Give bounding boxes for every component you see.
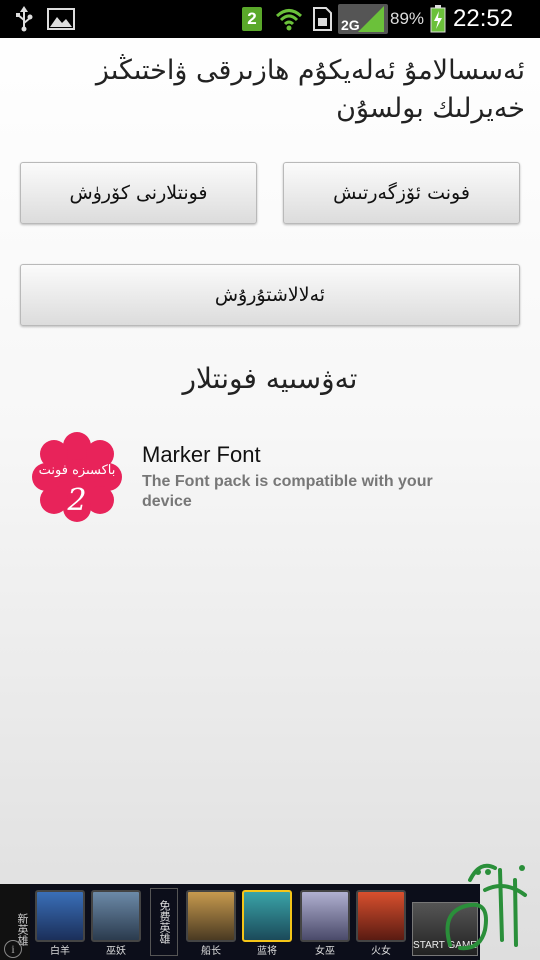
font-description: The Font pack is compatible with your de… <box>142 473 433 510</box>
ad-free-heroes-label: 免费英雄 <box>150 888 178 956</box>
sim-icon <box>311 0 333 38</box>
gallery-icon <box>46 0 76 38</box>
svg-text:باكسىزە فونت: باكسىزە فونت <box>39 463 116 478</box>
svg-text:2: 2 <box>66 483 86 518</box>
ad-hero-label: 女巫 <box>315 946 335 957</box>
ad-hero-image <box>91 890 141 942</box>
ad-hero-label: 白羊 <box>50 946 70 957</box>
ad-info-icon[interactable]: i <box>4 940 22 958</box>
page-title: ئەسسالامۇ ئەلەيكۇم ھازىرقى ۋاختىڭىز خەير… <box>95 55 525 124</box>
font-list-button[interactable]: فونتلارنى كۆرۈش <box>20 162 257 224</box>
ad-banner[interactable]: 新英雄 i 白羊 巫妖 免费英雄 船长 蓝将 女巫 火女 START GAME <box>0 884 480 960</box>
svg-text:2G: 2G <box>341 17 360 33</box>
ad-hero-image <box>242 890 292 942</box>
ad-hero-image <box>35 890 85 942</box>
watermark-logo <box>430 850 540 960</box>
signal-icon: 2G <box>338 0 388 38</box>
font-name: Marker Font <box>142 442 261 467</box>
ad-hero-image <box>186 890 236 942</box>
section-title: تەۋسىيە فونتلار <box>182 362 358 395</box>
ad-hero-label: 火女 <box>371 946 391 957</box>
notification-badge: 2 <box>241 0 263 38</box>
font-thumbnail: باكسىزە فونت 2 <box>28 428 126 526</box>
ad-hero-label: 巫妖 <box>106 946 126 957</box>
battery-icon <box>428 0 448 38</box>
ad-hero-label: 船长 <box>201 946 221 957</box>
font-list-item[interactable]: باكسىزە فونت 2 Marker Font The Font pack… <box>28 428 528 528</box>
ad-hero-label: 蓝将 <box>257 946 277 957</box>
wifi-icon <box>274 0 304 38</box>
status-bar: 2 2G 89% 22:52 <box>0 0 540 38</box>
usb-icon <box>10 0 38 38</box>
clock: 22:52 <box>453 5 514 32</box>
ad-hero-image <box>300 890 350 942</box>
change-font-button[interactable]: فونت ئۆزگەرتىش <box>283 162 520 224</box>
battery-percent: 89% <box>389 9 425 28</box>
ad-hero-image <box>356 890 406 942</box>
optimize-button[interactable]: ئەلالاشتۇرۇش <box>20 264 520 326</box>
